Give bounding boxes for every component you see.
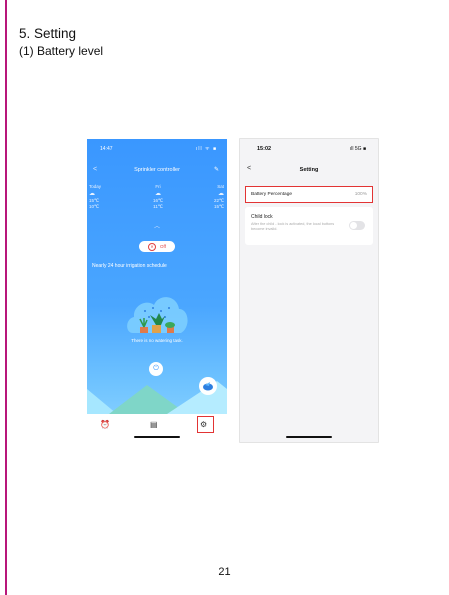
no-watering-text: There is no watering task. <box>131 338 183 343</box>
document-icon[interactable]: ▤ <box>150 420 158 429</box>
weather-day-today: Today ☁ 15℃ 10℃ <box>89 184 101 210</box>
weather-low: 10℃ <box>89 204 100 209</box>
cloud-icon: ☁ <box>155 191 162 197</box>
left-accent-rule <box>5 0 7 595</box>
edit-pencil-icon[interactable]: ✎ <box>214 166 219 173</box>
weather-day-fri: Fri ☁ 16℃ 11℃ <box>153 184 163 210</box>
weather-high: 22℃ <box>213 198 224 203</box>
weather-day-label: Today <box>89 184 102 189</box>
weather-high: 15℃ <box>89 198 100 203</box>
chevron-up-icon[interactable]: ︿ <box>87 221 227 230</box>
status-icons: ıll ᯤ ■ <box>196 146 217 152</box>
phone-screenshot-setting: 15:02 ıll 5G ■ < Setting Battery Percent… <box>240 139 378 442</box>
child-lock-card: Child lock After the child - lock is act… <box>245 207 373 245</box>
weather-day-sat: Sat ☁ 22℃ 15℃ <box>214 184 224 210</box>
page-number: 21 <box>218 566 231 578</box>
off-label: Off <box>160 244 166 249</box>
battery-value: 100% <box>354 192 367 197</box>
section-subtitle: (1) Battery level <box>19 44 104 58</box>
status-time: 15:02 <box>257 146 272 152</box>
off-status-button[interactable]: ✕ Off <box>139 241 175 252</box>
weather-low: 15℃ <box>213 204 224 209</box>
weather-day-label: Sat <box>217 184 224 189</box>
section-title: 5. Setting <box>19 26 77 41</box>
alarm-clock-icon[interactable]: ⏰ <box>100 420 110 429</box>
screen-title: Setting <box>299 167 319 173</box>
battery-percentage-row[interactable]: Battery Percentage 100% <box>245 186 373 203</box>
child-lock-toggle[interactable] <box>349 221 365 230</box>
bird-float-button[interactable] <box>199 377 217 395</box>
schedule-label: Nearly 24 hour irrigation schedule <box>92 263 167 269</box>
screen-title: Sprinkler controller <box>134 167 180 173</box>
weather-low: 11℃ <box>153 204 163 209</box>
weather-high: 16℃ <box>153 198 164 203</box>
home-indicator <box>134 436 180 438</box>
bird-icon <box>203 382 213 391</box>
child-lock-description: After the child - lock is activated, the… <box>251 222 335 231</box>
plants-cloud-illustration <box>127 297 188 333</box>
weather-day-label: Fri <box>155 184 161 189</box>
status-time: 14:47 <box>100 146 113 152</box>
cloud-icon: ☁ <box>89 191 95 197</box>
phone-screenshot-sprinkler: 14:47 ıll ᯤ ■ < Sprinkler controller ✎ T… <box>87 139 227 442</box>
gear-icon[interactable]: ⚙ <box>200 420 207 429</box>
close-circle-icon: ✕ <box>148 242 157 251</box>
home-indicator <box>286 436 332 438</box>
battery-label: Battery Percentage <box>251 192 293 197</box>
child-lock-title: Child lock <box>251 214 273 220</box>
cloud-icon: ☁ <box>218 191 224 197</box>
status-icons: ıll 5G ■ <box>349 146 366 152</box>
power-button-icon[interactable]: ⏻ <box>149 362 163 376</box>
